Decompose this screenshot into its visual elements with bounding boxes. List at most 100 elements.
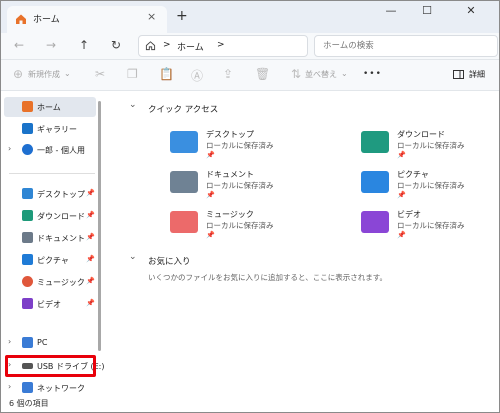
pin-icon: 📌 — [397, 191, 406, 199]
sidebar-item-label: PC — [37, 338, 48, 347]
maximize-button[interactable]: ☐ — [412, 4, 442, 22]
title-bar: ホーム × + — ☐ ✕ — [1, 1, 499, 33]
chevron-right-icon[interactable]: › — [8, 144, 11, 153]
sidebar-item-label: ドキュメント — [37, 234, 85, 243]
sidebar-item-music[interactable]: ミュージック 📌 — [4, 272, 96, 292]
tile-status: ローカルに保存済み — [397, 221, 465, 230]
breadcrumb-separator: > — [217, 40, 225, 50]
pin-icon: 📌 — [206, 191, 215, 199]
sidebar-item-label: ピクチャ — [37, 256, 69, 265]
up-button[interactable]: ↑ — [79, 38, 89, 52]
more-options-button[interactable]: ••• — [363, 69, 382, 79]
download-folder-icon — [361, 131, 389, 153]
tab-close-icon[interactable]: × — [147, 10, 156, 23]
item-count: 6 個の項目 — [9, 399, 49, 408]
download-icon — [22, 210, 33, 221]
pictures-folder-icon — [361, 171, 389, 193]
cut-icon[interactable]: ✂ — [95, 67, 105, 81]
tile-name: ミュージック — [206, 210, 254, 219]
breadcrumb-home[interactable]: ホーム — [177, 40, 204, 53]
favorites-empty-message: いくつかのファイルをお気に入りに追加すると、ここに表示されます。 — [148, 273, 387, 282]
pin-icon: 📌 — [86, 277, 95, 285]
share-icon[interactable]: ⇪ — [223, 67, 233, 81]
tile-name: ダウンロード — [397, 130, 445, 139]
chevron-down-icon[interactable]: ⌄ — [129, 252, 137, 262]
highlight-box — [5, 355, 96, 377]
copy-icon[interactable]: ❐ — [127, 67, 138, 81]
video-folder-icon — [361, 211, 389, 233]
pin-icon: 📌 — [206, 231, 215, 239]
pin-icon: 📌 — [86, 255, 95, 263]
sidebar-item-pictures[interactable]: ピクチャ 📌 — [4, 250, 96, 270]
sidebar-item-pc[interactable]: › PC — [4, 333, 96, 353]
minimize-button[interactable]: — — [376, 4, 406, 22]
back-button[interactable]: ← — [14, 38, 24, 52]
sidebar-item-network[interactable]: › ネットワーク — [4, 378, 96, 398]
tab-home[interactable]: ホーム × — [7, 6, 167, 33]
chevron-down-icon: ⌄ — [341, 69, 348, 78]
tile-status: ローカルに保存済み — [206, 221, 274, 230]
status-bar: 6 個の項目 — [1, 396, 499, 412]
sidebar-item-documents[interactable]: ドキュメント 📌 — [4, 228, 96, 248]
rename-icon[interactable]: Ⓐ — [191, 67, 203, 84]
command-bar: ⊕ 新規作成 ⌄ ✂ ❐ 📋 Ⓐ ⇪ 🗑 ⇅ 並べ替え ⌄ ••• 詳細 — [1, 60, 499, 91]
new-item-icon: ⊕ — [13, 67, 24, 81]
tile-name: ドキュメント — [206, 170, 254, 179]
pin-icon: 📌 — [397, 151, 406, 159]
sidebar-item-label: ダウンロード — [37, 212, 85, 221]
sidebar-item-videos[interactable]: ビデオ 📌 — [4, 294, 96, 314]
details-button[interactable]: 詳細 — [469, 69, 485, 80]
navigation-pane: ホーム ギャラリー › 一郎 - 個人用 デスクトップ 📌 ダウンロード 📌 ド… — [1, 91, 105, 398]
tile-videos[interactable]: ビデオ ローカルに保存済み 📌 — [361, 207, 499, 247]
paste-icon[interactable]: 📋 — [159, 67, 174, 81]
sidebar-item-downloads[interactable]: ダウンロード 📌 — [4, 206, 96, 226]
sidebar-item-gallery[interactable]: ギャラリー — [4, 119, 96, 139]
music-folder-icon — [170, 211, 198, 233]
close-window-button[interactable]: ✕ — [456, 4, 486, 22]
onedrive-icon — [22, 144, 33, 155]
refresh-button[interactable]: ↻ — [111, 38, 121, 52]
new-button[interactable]: 新規作成 — [28, 69, 60, 80]
tile-music[interactable]: ミュージック ローカルに保存済み 📌 — [170, 207, 340, 247]
tile-name: ピクチャ — [397, 170, 429, 179]
music-icon — [22, 276, 33, 287]
tile-desktop[interactable]: デスクトップ ローカルに保存済み 📌 — [170, 127, 340, 167]
search-input[interactable] — [321, 38, 495, 54]
pin-icon: 📌 — [206, 151, 215, 159]
sidebar-item-label: ビデオ — [37, 300, 61, 309]
tile-downloads[interactable]: ダウンロード ローカルに保存済み 📌 — [361, 127, 499, 167]
tile-pictures[interactable]: ピクチャ ローカルに保存済み 📌 — [361, 167, 499, 207]
tile-name: ビデオ — [397, 210, 421, 219]
search-box[interactable] — [314, 35, 498, 57]
pin-icon: 📌 — [86, 189, 95, 197]
section-header-favorites[interactable]: お気に入り — [148, 255, 191, 267]
documents-icon — [22, 232, 33, 243]
forward-button[interactable]: → — [46, 38, 56, 52]
address-bar[interactable]: > ホーム > — [138, 35, 308, 57]
tile-documents[interactable]: ドキュメント ローカルに保存済み 📌 — [170, 167, 340, 207]
delete-icon[interactable]: 🗑 — [255, 67, 270, 81]
sidebar-item-label: ギャラリー — [37, 125, 77, 134]
sidebar-item-label: ホーム — [37, 103, 61, 112]
section-header-quick-access[interactable]: クイック アクセス — [148, 103, 218, 115]
chevron-right-icon[interactable]: › — [8, 337, 11, 346]
pin-icon: 📌 — [397, 231, 406, 239]
sidebar-item-desktop[interactable]: デスクトップ 📌 — [4, 184, 96, 204]
chevron-down-icon[interactable]: ⌄ — [129, 100, 137, 110]
sidebar-scrollbar[interactable] — [98, 101, 101, 351]
chevron-right-icon[interactable]: › — [8, 382, 11, 391]
new-tab-button[interactable]: + — [176, 8, 188, 24]
pin-icon: 📌 — [86, 211, 95, 219]
video-icon — [22, 298, 33, 309]
sidebar-divider — [9, 173, 95, 174]
pc-icon — [22, 337, 33, 348]
sidebar-item-label: 一郎 - 個人用 — [37, 146, 85, 155]
pin-icon: 📌 — [86, 233, 95, 241]
tile-status: ローカルに保存済み — [397, 181, 465, 190]
pin-icon: 📌 — [86, 299, 95, 307]
sidebar-item-onedrive[interactable]: › 一郎 - 個人用 — [4, 140, 96, 160]
sort-button[interactable]: 並べ替え — [305, 69, 337, 80]
chevron-down-icon: ⌄ — [64, 69, 71, 78]
sidebar-item-home[interactable]: ホーム — [4, 97, 96, 117]
home-outline-icon — [145, 41, 156, 51]
